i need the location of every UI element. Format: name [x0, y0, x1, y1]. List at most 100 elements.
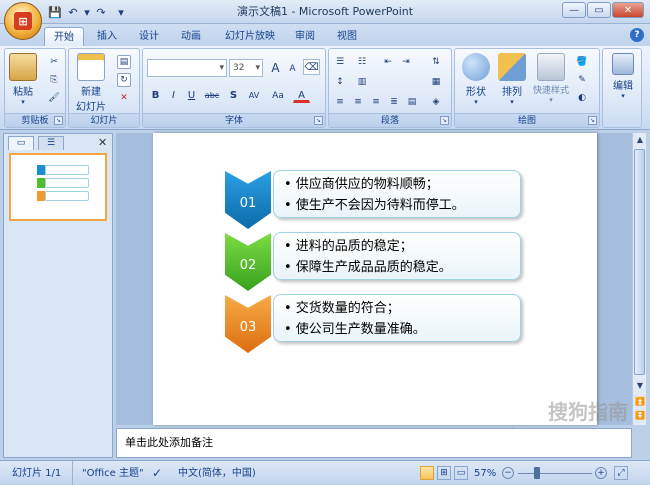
next-slide-icon[interactable]: ⏬ [633, 409, 647, 423]
shrink-font-button[interactable]: A [284, 60, 301, 76]
item-1-line-2: • 使生产不会因为待料而停工。 [284, 198, 465, 213]
slide-sorter-icon[interactable]: ⊞ [437, 466, 451, 480]
save-icon[interactable]: 💾 [48, 5, 62, 19]
zoom-in-icon[interactable]: + [595, 467, 607, 479]
font-size-input[interactable]: 32 ▾ [229, 59, 263, 77]
font-name-input[interactable]: ▾ [147, 59, 227, 77]
paste-button[interactable]: 粘贴 ▾ [7, 53, 39, 106]
line-spacing-icon[interactable]: ↕ [333, 75, 347, 89]
numbering-icon[interactable]: ☷ [355, 55, 369, 69]
item-3-chevron[interactable]: 03 [225, 295, 271, 353]
tab-insert[interactable]: 插入 [88, 27, 126, 46]
decrease-indent-icon[interactable]: ⇤ [381, 55, 395, 69]
zoom-out-icon[interactable]: − [502, 467, 514, 479]
char-spacing-button[interactable]: AV [243, 87, 265, 103]
font-group: ▾ 32 ▾ A A ⌫ B I U abc S AV Aa A 字体 ↘ [142, 48, 326, 128]
strikethrough-button[interactable]: abc [201, 87, 223, 103]
editing-label: 编辑 [613, 81, 633, 92]
underline-button[interactable]: U [183, 87, 200, 103]
zoom-level[interactable]: 57% [474, 461, 496, 485]
minimize-button[interactable]: — [562, 2, 586, 18]
justify-icon[interactable]: ≣ [387, 95, 401, 109]
layout-icon[interactable]: ▤ [117, 55, 131, 69]
align-text-icon[interactable]: ▦ [429, 75, 443, 89]
help-icon[interactable]: ? [630, 28, 644, 42]
shape-effects-icon[interactable]: ◐ [575, 91, 589, 105]
bullets-icon[interactable]: ☰ [333, 55, 347, 69]
previous-slide-icon[interactable]: ⏫ [633, 395, 647, 409]
reset-slide-icon[interactable]: ↻ [117, 73, 131, 87]
close-panel-icon[interactable]: ✕ [98, 136, 107, 149]
scroll-thumb[interactable] [634, 149, 645, 375]
quick-styles-button[interactable]: 快速样式 ▾ [529, 53, 573, 104]
zoom-slider-thumb[interactable] [534, 467, 540, 479]
item-1-number: 01 [239, 195, 257, 211]
align-right-icon[interactable]: ≡ [369, 95, 383, 109]
shapes-icon [462, 53, 490, 81]
align-center-icon[interactable]: ≡ [351, 95, 365, 109]
paragraph-launcher-icon[interactable]: ↘ [440, 116, 449, 125]
delete-slide-icon[interactable]: ✕ [117, 91, 131, 105]
item-2-textbox[interactable]: • 进料的品质的稳定； • 保障生产成品品质的稳定。 [273, 232, 521, 280]
item-1-chevron[interactable]: 01 [225, 171, 271, 229]
thumb-chevron-3 [37, 191, 45, 201]
normal-view-icon[interactable] [420, 466, 434, 480]
slideshow-icon[interactable]: ▭ [454, 466, 468, 480]
copy-icon[interactable]: ⎘ [47, 73, 61, 87]
spell-check-icon[interactable]: ✓ [152, 461, 162, 485]
language[interactable]: 中文(简体，中国) [178, 461, 256, 485]
bold-button[interactable]: B [147, 87, 164, 103]
shadow-button[interactable]: S [225, 87, 242, 103]
italic-button[interactable]: I [165, 87, 182, 103]
columns-icon[interactable]: ▥ [355, 75, 369, 89]
clear-formatting-icon[interactable]: ⌫ [303, 59, 320, 75]
zoom-slider-track[interactable] [518, 473, 592, 474]
vertical-scrollbar[interactable]: ▲ ▼ ⏫ ⏬ [632, 133, 646, 425]
drawing-launcher-icon[interactable]: ↘ [588, 116, 597, 125]
arrange-button[interactable]: 排列 ▾ [495, 53, 529, 106]
item-3-line-1: • 交货数量的符合； [284, 301, 400, 316]
text-direction-icon[interactable]: ⇅ [429, 55, 443, 69]
increase-indent-icon[interactable]: ⇥ [399, 55, 413, 69]
change-case-button[interactable]: Aa [267, 87, 289, 103]
undo-icon[interactable]: ↶ [66, 5, 80, 19]
tab-slideshow[interactable]: 幻灯片放映 [216, 27, 284, 46]
tab-home[interactable]: 开始 [44, 27, 84, 46]
fit-to-window-icon[interactable]: ⤢ [614, 466, 628, 480]
smartart-icon[interactable]: ◈ [429, 95, 443, 109]
scroll-up-icon[interactable]: ▲ [633, 133, 647, 147]
tab-animation[interactable]: 动画 [172, 27, 210, 46]
tab-design[interactable]: 设计 [130, 27, 168, 46]
new-slide-button[interactable]: 新建 幻灯片 [71, 53, 111, 113]
slide-thumbnail[interactable] [9, 153, 107, 221]
cut-icon[interactable]: ✂ [47, 55, 61, 69]
grow-font-button[interactable]: A [267, 59, 284, 75]
office-button[interactable]: ⊞ [4, 2, 42, 40]
slide-canvas[interactable]: 01 • 供应商供应的物料顺畅； • 使生产不会因为待料而停工。 02 • 进料… [153, 133, 597, 425]
shape-fill-icon[interactable]: 🪣 [575, 55, 589, 69]
item-2-chevron[interactable]: 02 [225, 233, 271, 291]
item-3-textbox[interactable]: • 交货数量的符合； • 使公司生产数量准确。 [273, 294, 521, 342]
item-1-textbox[interactable]: • 供应商供应的物料顺畅； • 使生产不会因为待料而停工。 [273, 170, 521, 218]
undo-dropdown-icon[interactable]: ▾ [80, 5, 94, 19]
redo-icon[interactable]: ↷ [94, 5, 108, 19]
editing-button[interactable]: 编辑 ▾ [605, 53, 641, 100]
shapes-button[interactable]: 形状 ▾ [459, 53, 493, 106]
scroll-down-icon[interactable]: ▼ [633, 379, 647, 393]
drawing-group: 形状 ▾ 排列 ▾ 快速样式 ▾ 🪣 ✎ ◐ 绘图 ↘ [454, 48, 600, 128]
font-color-icon[interactable]: A [293, 87, 310, 103]
notes-pane[interactable]: 单击此处添加备注 [116, 428, 632, 458]
format-painter-icon[interactable]: 🖌 [47, 91, 61, 105]
maximize-button[interactable]: ▭ [587, 2, 611, 18]
align-left-icon[interactable]: ≡ [333, 95, 347, 109]
close-button[interactable]: ✕ [612, 2, 644, 18]
tab-review[interactable]: 审阅 [286, 27, 324, 46]
shape-outline-icon[interactable]: ✎ [575, 73, 589, 87]
tab-view[interactable]: 视图 [328, 27, 366, 46]
customize-toolbar-icon[interactable]: ▾ [114, 5, 128, 19]
font-launcher-icon[interactable]: ↘ [314, 116, 323, 125]
slides-tab[interactable]: ▭ [8, 136, 34, 150]
distribute-icon[interactable]: ▤ [405, 95, 419, 109]
outline-tab[interactable]: ☰ [38, 136, 64, 150]
clipboard-launcher-icon[interactable]: ↘ [54, 116, 63, 125]
